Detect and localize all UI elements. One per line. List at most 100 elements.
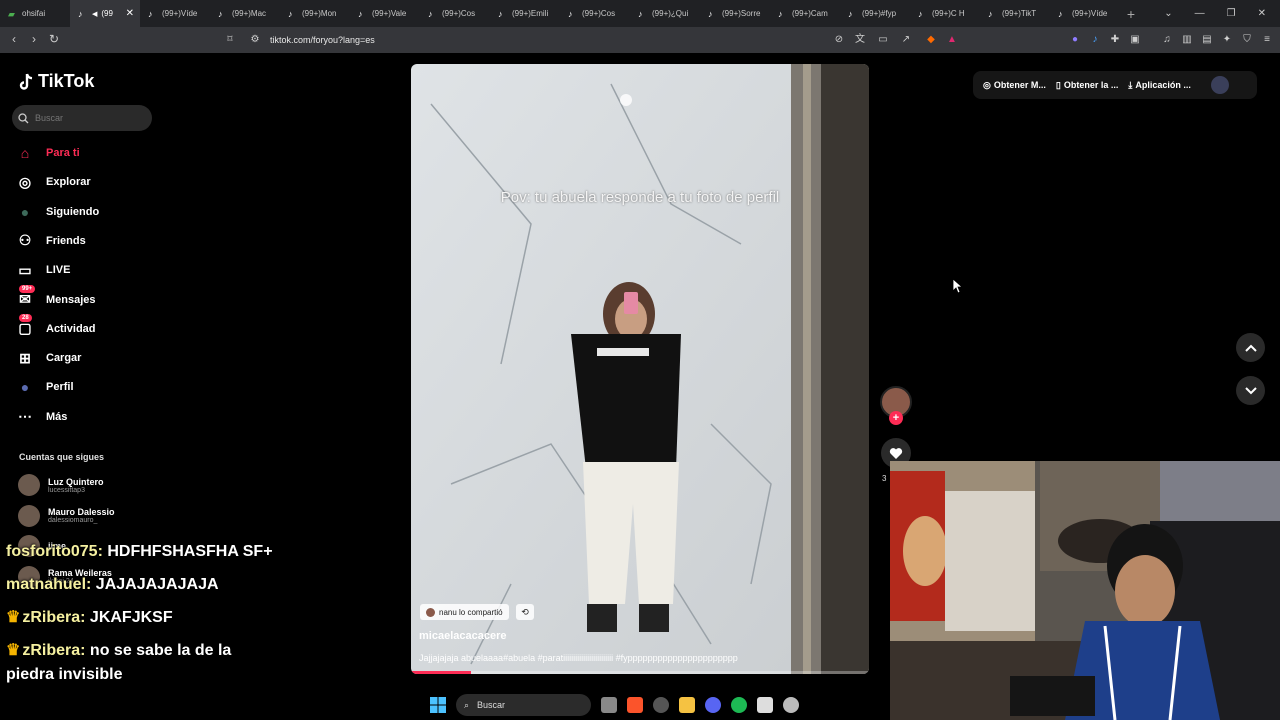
new-tab-icon[interactable]: + [1120, 6, 1142, 22]
browser-tab[interactable]: ♪ (99+)Víde [140, 0, 210, 27]
browser-tab[interactable]: ♪ (99+)Cam [770, 0, 840, 27]
audio-playing-icon[interactable]: ♪ [1088, 33, 1102, 47]
sidebar-item-label: Siguiendo [46, 205, 100, 218]
site-info-icon[interactable]: ⚙ [248, 33, 262, 47]
task-view-icon[interactable] [601, 697, 617, 713]
address-bar[interactable]: tiktok.com/foryou?lang=es [270, 35, 375, 45]
obs-icon[interactable] [757, 697, 773, 713]
app-taskbar-icon[interactable] [653, 697, 669, 713]
close-window-icon[interactable]: ✕ [1258, 8, 1266, 19]
spotify-icon[interactable] [731, 697, 747, 713]
brave-rewards-icon[interactable]: ▲ [945, 33, 959, 47]
compass-icon: ◎ [18, 173, 32, 190]
minimize-icon[interactable]: — [1195, 8, 1205, 19]
windows-start-icon[interactable] [430, 697, 446, 713]
taskbar-search[interactable]: ⌕ Buscar [456, 694, 591, 716]
bookmark-icon[interactable]: ⌑ [223, 33, 237, 47]
media-icon[interactable]: ♫ [1160, 33, 1174, 47]
following-account[interactable]: Mauro Dalessio dalessiomauro_ [18, 504, 115, 527]
no-tracking-icon[interactable]: ⊘ [832, 33, 846, 47]
user-avatar[interactable] [1210, 76, 1229, 94]
sidebar-item-label: Cargar [46, 352, 82, 365]
upload-icon: ⊞ [19, 349, 31, 366]
browser-tab[interactable]: ♪ (99+)Vale [350, 0, 420, 27]
sidebar-item-friends[interactable]: ⚇ Friends [16, 230, 86, 252]
search-icon [18, 112, 29, 123]
browser-tab[interactable]: ▰ ohsifai [0, 0, 70, 27]
sidebar-item-siguiendo[interactable]: ● Siguiendo [16, 201, 99, 223]
sharer-avatar [426, 607, 435, 617]
ai-icon[interactable]: ✦ [1220, 33, 1234, 47]
sidebar-item-actividad[interactable]: ▢ 28 Actividad [16, 313, 96, 340]
follow-plus-icon[interactable]: + [889, 411, 903, 425]
browser-tab[interactable]: ♪ (99+)C H [910, 0, 980, 27]
browser-tab[interactable]: ♪ (99+)Cos [560, 0, 630, 27]
sidebar-toggle-icon[interactable]: ▥ [1180, 33, 1194, 47]
avatar [18, 504, 40, 527]
cclean-icon[interactable] [783, 697, 799, 713]
following-account[interactable]: Luz Quintero lucessittap3 [18, 474, 104, 496]
chat-message: ♛ zRibera: JKAFJKSF [6, 606, 276, 630]
previous-video-button[interactable] [1236, 333, 1265, 362]
share-icon[interactable]: ↗ [899, 33, 913, 47]
desktop-app-button[interactable]: ⤓ Aplicación ... [1128, 80, 1191, 91]
leo-icon[interactable]: ● [1068, 33, 1082, 47]
video-player[interactable]: Pov: tu abuela responde a tu foto de per… [411, 64, 869, 674]
search-input[interactable] [35, 113, 145, 123]
browser-tab[interactable]: ♪ (99+)Mac [210, 0, 280, 27]
window-controls: ⌄ — ❐ ✕ [1164, 0, 1280, 27]
wallet-icon[interactable]: ▤ [1200, 33, 1214, 47]
close-tab-icon[interactable]: ✕ [126, 8, 134, 19]
screenshot-icon[interactable]: ▣ [1128, 33, 1142, 47]
sidebar-item-mensajes[interactable]: ✉ 99+ Mensajes [16, 284, 96, 311]
discord-icon[interactable] [705, 697, 721, 713]
browser-tab[interactable]: ♪ (99+)Mon [280, 0, 350, 27]
tab-search-icon[interactable]: ⌄ [1164, 8, 1172, 19]
sidebar-item-live[interactable]: ▭ LIVE [16, 259, 70, 281]
translate-icon[interactable]: 文 [853, 33, 867, 47]
browser-tab[interactable]: ♪ (99+)Cos [420, 0, 490, 27]
sidebar-item-label: Para ti [46, 147, 80, 159]
file-explorer-icon[interactable] [679, 697, 695, 713]
tiktok-tab-icon: ♪ [778, 8, 783, 19]
browser-tab[interactable]: ♪ (99+)Sorre [700, 0, 770, 27]
sidebar-item-cargar[interactable]: ⊞ Cargar [16, 347, 81, 369]
cast-icon[interactable]: ▭ [876, 33, 890, 47]
account-name: Mauro Dalessio [48, 507, 115, 517]
repost-icon[interactable]: ⟲ [516, 604, 534, 620]
menu-icon[interactable]: ≡ [1260, 33, 1274, 47]
browser-tab[interactable]: ♪ (99+)TikT [980, 0, 1050, 27]
tiktok-tab-icon: ♪ [708, 8, 713, 19]
extensions-icon[interactable]: ✚ [1108, 33, 1122, 47]
browser-tab[interactable]: ♪ (99+)#fyp [840, 0, 910, 27]
sidebar-item-perfil[interactable]: ● Perfil [16, 376, 74, 398]
brave-shield-icon[interactable]: ◆ [924, 33, 938, 47]
get-app-button[interactable]: ▯ Obtener la ... [1056, 80, 1118, 91]
restore-icon[interactable]: ❐ [1227, 8, 1236, 19]
browser-tab[interactable]: ♪ ◀ (99 ✕ [70, 0, 140, 27]
get-coins-button[interactable]: ◎ Obtener M... [983, 80, 1046, 91]
vpn-icon[interactable]: ⛉ [1240, 33, 1254, 47]
chat-message: fosforito075: HDFHFSHASFHA SF+ [6, 540, 276, 564]
tiktok-tab-icon: ♪ [358, 8, 363, 19]
tiktok-logo[interactable]: TikTok [18, 71, 94, 92]
video-author[interactable]: micaelacacacere [419, 630, 506, 642]
shared-by-chip[interactable]: nanu lo compartió [420, 604, 509, 620]
sidebar-item-para-ti[interactable]: ⌂ Para ti [16, 142, 80, 164]
brave-taskbar-icon[interactable] [627, 697, 643, 713]
video-progress-bar[interactable] [411, 671, 869, 674]
browser-tab[interactable]: ♪ (99+)Emili [490, 0, 560, 27]
back-icon[interactable]: ‹ [4, 32, 24, 46]
browser-tab[interactable]: ♪ (99+)Víde [1050, 0, 1120, 27]
forward-icon[interactable]: › [24, 32, 44, 46]
home-icon: ⌂ [20, 145, 30, 161]
next-video-button[interactable] [1236, 376, 1265, 405]
reload-icon[interactable]: ↻ [44, 32, 64, 46]
search-box[interactable] [12, 105, 152, 131]
speaker-icon[interactable]: ◀ [92, 10, 97, 18]
webcam-overlay [890, 461, 1280, 720]
browser-tab-label: (99+)¿Qui [652, 9, 689, 18]
sidebar-item-explorar[interactable]: ◎ Explorar [16, 171, 91, 193]
browser-tab[interactable]: ♪ (99+)¿Qui [630, 0, 700, 27]
sidebar-item-mas[interactable]: ⋯ Más [16, 406, 67, 428]
